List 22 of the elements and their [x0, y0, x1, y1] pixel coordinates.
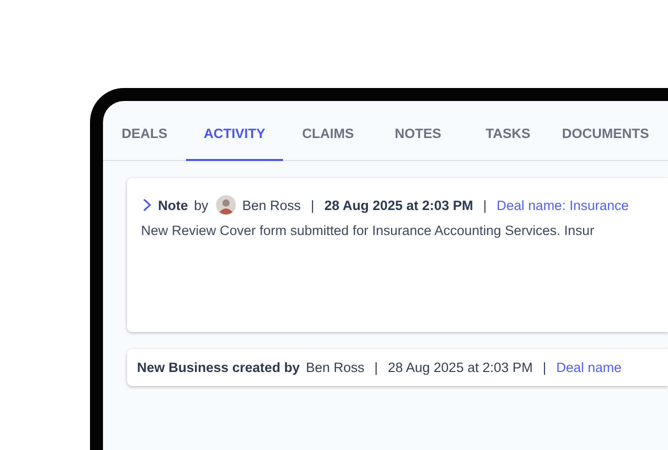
timestamp: 28 Aug 2025 at 2:03 PM: [388, 360, 533, 375]
tab[interactable]: DOCUMENTS: [553, 101, 658, 161]
deal-link[interactable]: Deal name: [556, 360, 622, 375]
separator: |: [310, 198, 314, 212]
note-text: New Review Cover form submitted for Insurance Accounting Services. Insur: [141, 223, 596, 238]
avatar-icon: [216, 195, 236, 215]
tab[interactable]: DEALS: [103, 101, 186, 161]
tab[interactable]: CLAIMS: [283, 101, 373, 161]
timestamp: 28 Aug 2025 at 2:03 PM: [324, 198, 474, 212]
by-label: by: [194, 198, 208, 212]
author-name: Ben Ross: [242, 198, 301, 212]
tab[interactable]: ACTIVITY: [186, 101, 283, 161]
separator: |: [374, 360, 378, 375]
activity-type: Note: [158, 198, 188, 212]
tab[interactable]: NOTES: [373, 101, 463, 161]
separator: |: [542, 360, 546, 375]
deal-link[interactable]: Deal name: Insurance: [496, 198, 629, 212]
chevron-right-icon[interactable]: [142, 198, 152, 212]
author-name: Ben Ross: [306, 360, 364, 375]
tab[interactable]: TASKS: [463, 101, 553, 161]
separator: |: [483, 198, 487, 212]
activity-title: New Business created by: [137, 360, 300, 375]
